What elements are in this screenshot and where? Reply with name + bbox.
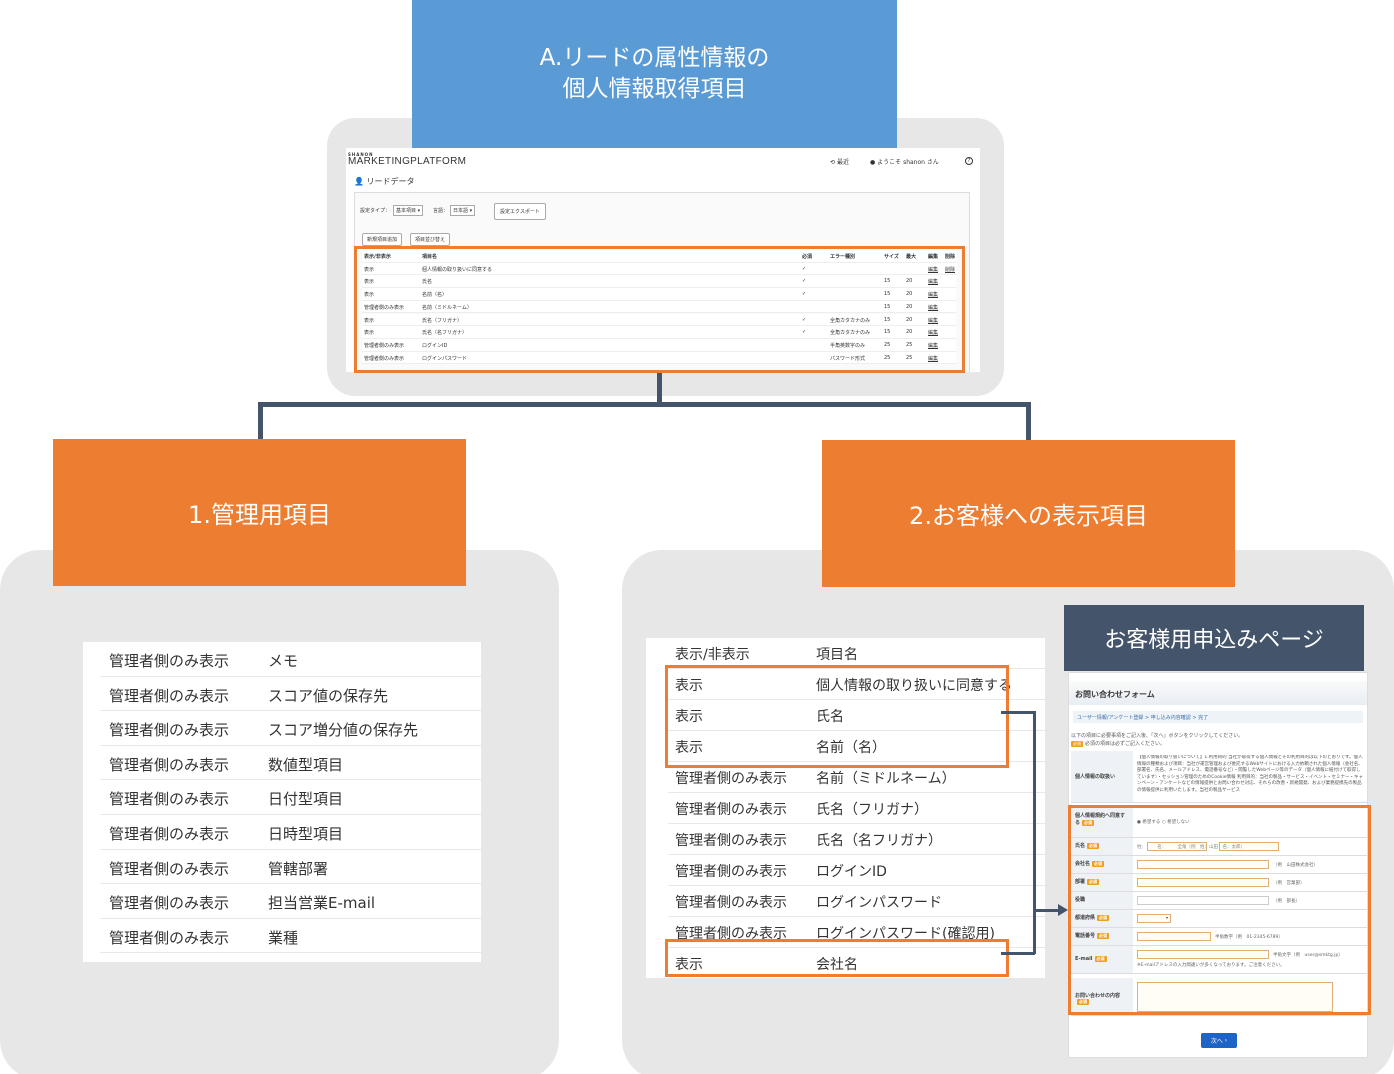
- table-row: 管理者側のみ表示 ログインID: [668, 855, 1045, 886]
- brand-logo: MARKETINGPLATFORM: [348, 156, 467, 167]
- form-steps: ユーザー情報/アンケート登録 > 申し込み内容確認 > 完了: [1073, 711, 1363, 723]
- admin-only-table: 管理者側のみ表示 メモ 管理者側のみ表示 スコア値の保存先 管理者側のみ表示 スコア増…: [83, 642, 481, 962]
- help-icon[interactable]: ?: [965, 157, 973, 165]
- form-intro-2: 必須 必須の項目は必ずご記入ください。: [1071, 741, 1166, 747]
- table-row: 管理者側のみ表示 スコア値の保存先: [100, 677, 481, 712]
- language-label: 言語：: [433, 208, 449, 214]
- connector-horizontal: [258, 402, 1031, 407]
- add-field-button[interactable]: 新規項目追加: [362, 233, 403, 246]
- form-fields-highlight: [1068, 805, 1371, 1015]
- section-title: 👤 リードデータ: [354, 177, 415, 186]
- customer-page-label: お客様用申込みページ: [1064, 605, 1364, 671]
- table-row: 管理者側のみ表示 氏名（名フリガナ）: [668, 824, 1045, 855]
- top-title-line2: 個人情報取得項目: [562, 76, 747, 102]
- table-row: 管理者側のみ表示 スコア増分値の保存先: [100, 711, 481, 746]
- table-row: 管理者側のみ表示 日付型項目: [100, 780, 481, 815]
- history-link[interactable]: ⟲ 最近: [830, 157, 849, 166]
- privacy-row: 個人情報の取扱い 【個人情報の取り扱いについて】1.利用目的 当社が取得する個人…: [1071, 751, 1367, 803]
- privacy-label: 個人情報の取扱い: [1071, 751, 1133, 802]
- setting-type-label: 設定タイプ：: [360, 208, 391, 214]
- privacy-text: 【個人情報の取り扱いについて】1.利用目的 当社が取得する個人情報とその利用目的…: [1137, 755, 1363, 793]
- connector-vertical-top: [657, 372, 662, 406]
- user-icon: ●: [870, 159, 876, 166]
- table-row: 管理者側のみ表示 日時型項目: [100, 815, 481, 850]
- company-name-highlight: [665, 939, 1009, 977]
- setting-type-select[interactable]: 基本項目 ▾: [393, 205, 424, 216]
- table-row: 管理者側のみ表示 メモ: [100, 642, 481, 677]
- top-title-box: A.リードの属性情報の 個人情報取得項目: [412, 0, 897, 148]
- table-row: 管理者側のみ表示 ログインパスワード: [668, 886, 1045, 917]
- reorder-button[interactable]: 項目並び替え: [410, 233, 451, 246]
- language-select[interactable]: 日本語 ▾: [450, 205, 476, 216]
- chevron-right-icon: ›: [1224, 1037, 1228, 1044]
- top-title-line1: A.リードの属性情報の: [539, 45, 770, 71]
- export-button[interactable]: 設定エクスポート: [494, 203, 546, 220]
- table-row: 管理者側のみ表示 氏名（フリガナ）: [668, 793, 1045, 824]
- table-row: 管理者側のみ表示 数値型項目: [100, 746, 481, 781]
- customer-items-box: 2.お客様への表示項目: [822, 440, 1235, 587]
- bracket-vertical: [1033, 711, 1036, 954]
- table-row: 管理者側のみ表示 担当営業E-mail: [100, 884, 481, 919]
- user-greeting[interactable]: ● ようこそ shanon さん: [870, 157, 939, 166]
- table-row: 管理者側のみ表示 管轄部署: [100, 850, 481, 885]
- form-intro-1: 以下の項目に必要事項をご記入後、「次へ」ボタンをクリックしてください。: [1071, 733, 1244, 739]
- bracket-top: [1001, 711, 1035, 714]
- admin-table-highlight: [354, 246, 965, 373]
- bracket-bottom: [1001, 952, 1035, 955]
- form-title: お問い合わせフォーム: [1069, 681, 1367, 705]
- displayed-items-highlight: [665, 665, 1009, 768]
- connector-left-drop: [258, 402, 263, 440]
- connector-right-drop: [1026, 402, 1031, 440]
- arrow-head-icon: [1058, 904, 1068, 916]
- arrow-shaft: [1033, 909, 1060, 912]
- admin-items-box: 1.管理用項目: [53, 439, 466, 586]
- history-icon: ⟲: [830, 159, 836, 166]
- next-button[interactable]: 次へ ›: [1201, 1033, 1237, 1048]
- person-icon: 👤: [354, 177, 364, 186]
- table-row: 管理者側のみ表示 業種: [100, 919, 481, 954]
